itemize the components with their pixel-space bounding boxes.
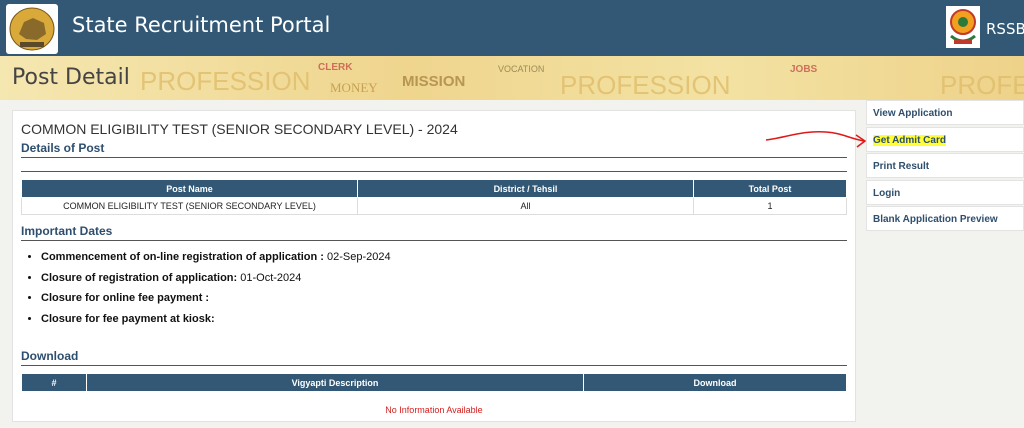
date-label: Closure for online fee payment : xyxy=(41,292,209,304)
brand-label: RSSB xyxy=(986,20,1024,38)
important-dates-list: Commencement of on-line registration of … xyxy=(21,247,391,329)
date-value: 01-Oct-2024 xyxy=(237,272,301,284)
date-label: Closure of registration of application: xyxy=(41,272,237,284)
details-of-post-title: Details of Post xyxy=(21,141,104,155)
column-header: District / Tehsil xyxy=(358,180,694,198)
portal-title: State Recruitment Portal xyxy=(72,13,330,37)
post-detail-panel: COMMON ELIGIBILITY TEST (SENIOR SECONDAR… xyxy=(12,110,856,422)
list-item: Closure of registration of application: … xyxy=(41,268,391,289)
banner-word: PROFESSION xyxy=(560,70,730,100)
date-label: Commencement of on-line registration of … xyxy=(41,251,324,263)
sidebar-item-label: Get Admit Card xyxy=(873,135,946,146)
post-table: Post Name District / Tehsil Total Post C… xyxy=(21,179,847,215)
list-item: Closure for online fee payment : xyxy=(41,288,391,309)
sidebar-item-label: View Application xyxy=(873,108,952,119)
column-header: Post Name xyxy=(22,180,358,198)
rssb-emblem-logo[interactable] xyxy=(946,6,980,48)
banner-word: MISSION xyxy=(402,73,465,90)
annotation-arrow-icon xyxy=(764,124,872,154)
no-information-text: No Information Available xyxy=(385,405,482,415)
page-banner: PROFESSION CLERK MONEY MISSION VOCATION … xyxy=(0,56,1024,100)
column-header: Download xyxy=(584,374,847,392)
important-dates-title: Important Dates xyxy=(21,224,112,238)
empty-row: No Information Available xyxy=(22,392,847,428)
rajasthan-emblem-logo[interactable] xyxy=(6,4,58,54)
sidebar-item-login[interactable]: Login xyxy=(866,180,1024,205)
table-row: COMMON ELIGIBILITY TEST (SENIOR SECONDAR… xyxy=(22,198,847,215)
column-header: Vigyapti Description xyxy=(87,374,584,392)
table-header-row: # Vigyapti Description Download xyxy=(22,374,847,392)
column-header: # xyxy=(22,374,87,392)
total-post-cell: 1 xyxy=(694,198,847,215)
sidebar-item-print-result[interactable]: Print Result xyxy=(866,153,1024,178)
district-cell: All xyxy=(358,198,694,215)
sidebar-item-view-application[interactable]: View Application xyxy=(866,100,1024,125)
divider xyxy=(21,240,847,241)
sidebar-item-label: Print Result xyxy=(873,161,929,172)
list-item: Commencement of on-line registration of … xyxy=(41,247,391,268)
banner-word: JOBS xyxy=(790,64,818,75)
table-header-row: Post Name District / Tehsil Total Post xyxy=(22,180,847,198)
page-title: Post Detail xyxy=(12,65,130,90)
banner-word: PROFESSION xyxy=(140,66,310,96)
post-name-cell: COMMON ELIGIBILITY TEST (SENIOR SECONDAR… xyxy=(22,198,358,215)
sidebar-item-get-admit-card[interactable]: Get Admit Card xyxy=(866,127,1024,152)
post-heading: COMMON ELIGIBILITY TEST (SENIOR SECONDAR… xyxy=(21,121,458,137)
banner-word: PROFE xyxy=(940,70,1024,100)
sidebar-item-label: Blank Application Preview xyxy=(873,214,998,225)
top-header: State Recruitment Portal RSSB xyxy=(0,0,1024,56)
download-table: # Vigyapti Description Download No Infor… xyxy=(21,373,847,428)
banner-watermark: PROFESSION CLERK MONEY MISSION VOCATION … xyxy=(0,56,1024,100)
banner-word: MONEY xyxy=(330,80,378,95)
date-value: 02-Sep-2024 xyxy=(324,251,391,263)
divider xyxy=(21,171,847,172)
banner-word: CLERK xyxy=(318,62,353,73)
date-label: Closure for fee payment at kiosk: xyxy=(41,313,215,325)
sidebar-menu: View Application Get Admit Card Print Re… xyxy=(866,100,1024,233)
divider xyxy=(21,365,847,366)
column-header: Total Post xyxy=(694,180,847,198)
download-title: Download xyxy=(21,349,78,363)
sidebar-item-blank-application-preview[interactable]: Blank Application Preview xyxy=(866,206,1024,231)
divider xyxy=(21,157,847,158)
banner-word: VOCATION xyxy=(498,64,544,74)
table-row: No Information Available xyxy=(22,392,847,428)
list-item: Closure for fee payment at kiosk: xyxy=(41,309,391,330)
sidebar-item-label: Login xyxy=(873,188,900,199)
